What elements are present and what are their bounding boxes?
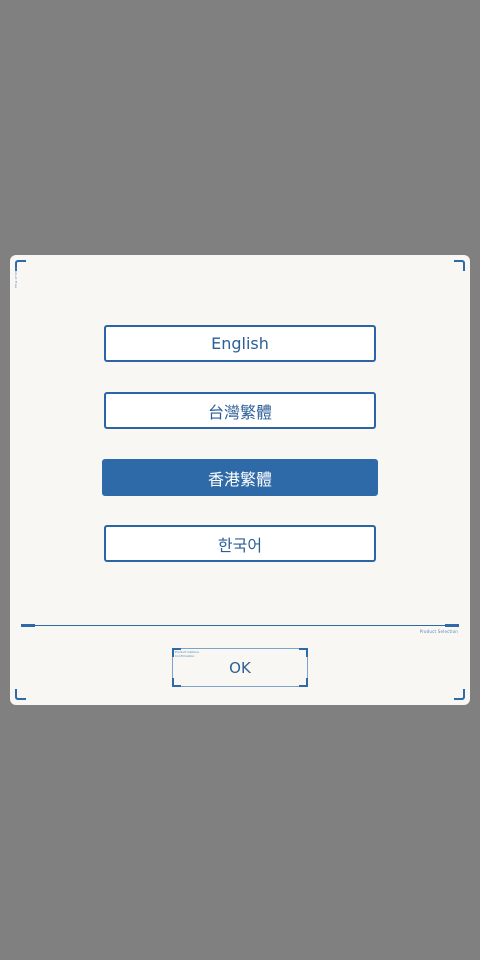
ok-caption: Product Options Confirmation <box>175 650 199 658</box>
ok-button[interactable]: Product Options Confirmation OK <box>172 648 308 687</box>
language-option-label: 한국어 <box>217 535 263 555</box>
ok-button-label: OK <box>229 658 251 677</box>
language-option-label: English <box>211 334 269 353</box>
divider-cap-right <box>445 624 459 627</box>
ok-corner-top-right <box>299 648 308 657</box>
language-option-korean[interactable]: 한국어 <box>104 525 376 562</box>
divider-cap-left <box>21 624 35 627</box>
language-option-label: 台灣繁體 <box>207 402 272 422</box>
corner-bracket-bottom-left <box>15 689 26 700</box>
side-caption: Product Files <box>14 267 18 289</box>
language-dialog: Product Files English 台灣繁體 香港繁體 한국어 Prod… <box>10 255 470 705</box>
corner-bracket-top-right <box>454 260 465 271</box>
corner-bracket-bottom-right <box>454 689 465 700</box>
language-option-taiwan-traditional[interactable]: 台灣繁體 <box>104 392 376 429</box>
divider-line <box>21 625 459 626</box>
divider-caption: Product Selection <box>419 629 458 634</box>
language-option-label: 香港繁體 <box>207 469 272 489</box>
ok-corner-bottom-right <box>299 678 308 687</box>
ok-corner-bottom-left <box>172 678 181 687</box>
language-option-hongkong-traditional[interactable]: 香港繁體 <box>102 459 378 496</box>
language-option-english[interactable]: English <box>104 325 376 362</box>
